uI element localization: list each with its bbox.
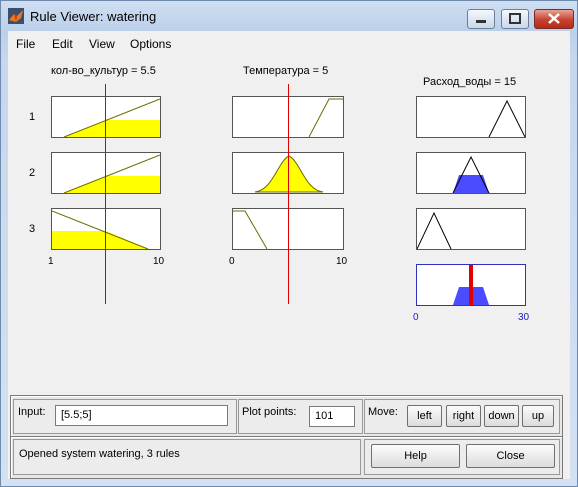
mf-plot (51, 210, 149, 250)
close-window-button[interactable] (534, 9, 574, 29)
window-title: Rule Viewer: watering (30, 9, 157, 24)
rule-number-3: 3 (29, 223, 36, 235)
input1-tick-max: 10 (153, 256, 165, 267)
move-group: Move: left right down up (364, 399, 560, 434)
help-button[interactable]: Help (371, 444, 460, 468)
rule2-output-plot[interactable] (416, 152, 526, 194)
menu-options[interactable]: Options (130, 37, 171, 51)
menu-view[interactable]: View (89, 37, 115, 51)
input2-tick-max: 10 (336, 256, 348, 267)
maximize-button[interactable] (501, 9, 529, 29)
matlab-app-icon (8, 8, 24, 24)
input-label: Input: (18, 406, 46, 418)
rule1-output-plot[interactable] (416, 96, 526, 138)
input1-header: кол-во_культур = 5.5 (51, 65, 156, 77)
plot-points-field[interactable]: 101 (309, 406, 355, 427)
output-tick-max: 30 (518, 312, 530, 323)
move-down-button[interactable]: down (484, 405, 519, 427)
mf-plot (416, 211, 452, 250)
mf-plot (63, 154, 161, 194)
rule2-input1-plot[interactable] (51, 152, 161, 194)
status-text: Opened system watering, 3 rules (19, 448, 180, 460)
menu-file[interactable]: File (16, 37, 35, 51)
minimize-icon (476, 20, 486, 23)
menu-edit[interactable]: Edit (52, 37, 73, 51)
move-left-button[interactable]: left (407, 405, 442, 427)
help-close-group: Help Close (364, 439, 560, 475)
output-tick-min: 0 (413, 312, 419, 323)
mf-plot (452, 155, 490, 194)
input1-value-line[interactable] (105, 84, 106, 304)
close-icon (548, 13, 560, 24)
close-button[interactable]: Close (466, 444, 555, 468)
aggregated-output-plot[interactable] (416, 264, 526, 306)
aggregate-plot (453, 265, 489, 305)
move-up-button[interactable]: up (522, 405, 554, 427)
status-group: Opened system watering, 3 rules (13, 439, 361, 475)
output-header: Расход_воды = 15 (423, 76, 517, 88)
title-bar[interactable]: Rule Viewer: watering (0, 0, 578, 30)
input2-value-line[interactable] (288, 84, 289, 304)
rule3-output-plot[interactable] (416, 208, 526, 250)
plot-points-group: Plot points: 101 (238, 399, 363, 434)
rule3-input1-plot[interactable] (51, 208, 161, 250)
mf-plot (63, 98, 161, 138)
input-group: Input: [5.5;5] (13, 399, 237, 434)
menu-bar: File Edit View Options (8, 31, 570, 55)
plot-points-label: Plot points: (242, 406, 297, 418)
mf-plot (488, 99, 526, 138)
maximize-icon (509, 13, 521, 24)
rule-number-2: 2 (29, 167, 36, 179)
minimize-button[interactable] (467, 9, 495, 29)
input2-header: Температура = 5 (243, 65, 329, 77)
input-field[interactable]: [5.5;5] (55, 405, 228, 426)
input1-tick-min: 1 (48, 256, 54, 267)
move-label: Move: (368, 406, 398, 418)
rule-number-1: 1 (29, 111, 36, 123)
input2-tick-min: 0 (229, 256, 235, 267)
move-right-button[interactable]: right (446, 405, 481, 427)
rule1-input1-plot[interactable] (51, 96, 161, 138)
